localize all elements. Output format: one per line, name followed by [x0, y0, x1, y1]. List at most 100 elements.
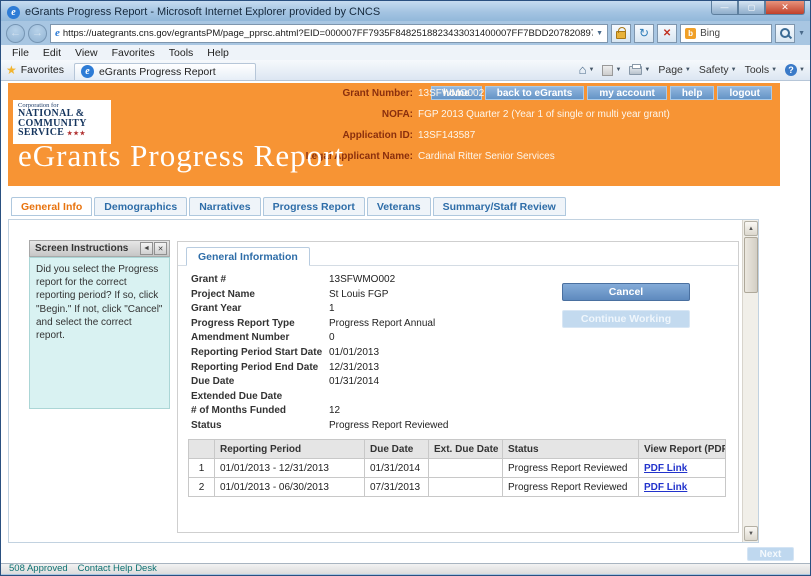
general-information-tab[interactable]: General Information	[186, 247, 310, 266]
help-menu-button[interactable]: ? ▼	[785, 64, 805, 76]
reporting-period-cell: 01/01/2013 - 12/31/2013	[215, 459, 365, 478]
tab-demographics[interactable]: Demographics	[94, 197, 187, 216]
field-label: Grant Year	[191, 303, 329, 318]
search-input[interactable]: b Bing	[680, 24, 772, 43]
view-report-cell: PDF Link	[639, 459, 726, 478]
tools-menu-label: Tools	[745, 64, 770, 76]
due-date-cell: 01/31/2014	[365, 459, 429, 478]
field-row-due-date: Due Date 01/31/2014	[191, 376, 449, 391]
tab-progress-report[interactable]: Progress Report	[263, 197, 365, 216]
field-label: Due Date	[191, 376, 329, 391]
menu-item-file[interactable]: File	[5, 47, 36, 59]
tab-general-info[interactable]: General Info	[11, 197, 92, 216]
safety-menu-button[interactable]: Safety ▼	[699, 64, 737, 76]
field-row-period-end: Reporting Period End Date 12/31/2013	[191, 362, 449, 377]
menu-item-tools[interactable]: Tools	[162, 47, 201, 59]
ext-due-date-cell	[429, 478, 503, 497]
menu-item-favorites[interactable]: Favorites	[105, 47, 162, 59]
screen-instructions-text: Did you select the Progress report for t…	[29, 257, 170, 409]
field-value: 13SFWMO002	[329, 274, 395, 289]
field-label: Extended Due Date	[191, 391, 329, 406]
link-508-approved[interactable]: 508 Approved	[9, 564, 68, 574]
cancel-button[interactable]: Cancel	[562, 283, 690, 301]
menu-bar: File Edit View Favorites Tools Help	[1, 45, 810, 60]
feed-icon	[602, 65, 613, 76]
url-field[interactable]: e https://uategrants.cns.gov/egrantsPM/p…	[50, 24, 608, 43]
back-button[interactable]: ←	[6, 24, 25, 43]
close-button[interactable]: ✕	[765, 1, 805, 15]
scroll-thumb[interactable]	[744, 237, 758, 293]
logo-stars-icon: ★★★	[67, 131, 86, 137]
forward-button[interactable]: →	[28, 24, 47, 43]
collapse-instructions-button[interactable]: ◄	[140, 242, 153, 255]
scroll-up-button[interactable]: ▲	[744, 221, 758, 236]
field-label: Status	[191, 420, 329, 435]
tab-summary-staff-review[interactable]: Summary/Staff Review	[433, 197, 566, 216]
tab-veterans[interactable]: Veterans	[367, 197, 431, 216]
chevron-down-icon: ▼	[615, 67, 621, 73]
next-button[interactable]: Next	[747, 547, 794, 561]
page-menu-label: Page	[658, 64, 683, 76]
field-row-extended-due-date: Extended Due Date	[191, 391, 449, 406]
field-value: 0	[329, 332, 335, 347]
chevron-down-icon: ▼	[771, 67, 777, 73]
tools-menu-button[interactable]: Tools ▼	[745, 64, 777, 76]
search-dropdown-icon[interactable]: ▼	[798, 30, 805, 37]
feed-button[interactable]: ▼	[602, 65, 621, 76]
chevron-down-icon: ▼	[685, 67, 691, 73]
menu-item-help[interactable]: Help	[200, 47, 236, 59]
egrants-banner: home back to eGrants my account help log…	[8, 83, 780, 186]
pdf-link[interactable]: PDF Link	[644, 463, 687, 474]
column-header-ext-due-date: Ext. Due Date	[429, 440, 503, 459]
page-menu-button[interactable]: Page ▼	[658, 64, 690, 76]
ext-due-date-cell	[429, 459, 503, 478]
printer-icon	[629, 66, 642, 75]
field-row-grant-number: Grant # 13SFWMO002	[191, 274, 449, 289]
security-lock-button[interactable]	[611, 24, 631, 43]
continue-working-button[interactable]: Continue Working	[562, 310, 690, 328]
nav-button-help[interactable]: help	[670, 86, 715, 100]
lock-icon	[616, 31, 626, 39]
field-row-period-start: Reporting Period Start Date 01/01/2013	[191, 347, 449, 362]
pdf-link[interactable]: PDF Link	[644, 482, 687, 493]
home-button[interactable]: ⌂ ▼	[579, 65, 595, 75]
close-instructions-button[interactable]: ✕	[154, 242, 167, 255]
command-bar: ⌂ ▼ ▼ ▼ Page ▼ Safety ▼ Tools ▼	[579, 64, 805, 76]
browser-tab-label: eGrants Progress Report	[99, 66, 216, 78]
scroll-down-button[interactable]: ▼	[744, 526, 758, 541]
column-header-view-report: View Report (PDF)	[639, 440, 726, 459]
address-dropdown-icon[interactable]: ▼	[596, 30, 603, 37]
refresh-button[interactable]: ↻	[634, 24, 654, 43]
favorites-star-icon[interactable]: ★	[6, 63, 17, 77]
field-label: Amendment Number	[191, 332, 329, 347]
field-value: St Louis FGP	[329, 289, 388, 304]
stop-button[interactable]: ✕	[657, 24, 677, 43]
safety-menu-label: Safety	[699, 64, 729, 76]
home-icon: ⌂	[579, 65, 587, 75]
scrollbar[interactable]: ▲ ▼	[742, 220, 758, 542]
search-button[interactable]	[775, 24, 795, 43]
window-title: eGrants Progress Report - Microsoft Inte…	[25, 6, 380, 18]
field-value: 12	[329, 405, 340, 420]
print-button[interactable]: ▼	[629, 66, 650, 75]
field-label: Reporting Period Start Date	[191, 347, 329, 362]
tab-narratives[interactable]: Narratives	[189, 197, 260, 216]
content-frame: Screen Instructions ◄ ✕ Did you select t…	[8, 219, 759, 543]
maximize-button[interactable]: ▢	[738, 1, 765, 15]
page-viewport: home back to eGrants my account help log…	[1, 81, 810, 563]
nofa-label: NOFA:	[178, 108, 413, 121]
nav-button-logout[interactable]: logout	[717, 86, 772, 100]
minimize-button[interactable]: —	[711, 1, 738, 15]
chevron-down-icon: ▼	[644, 67, 650, 73]
address-bar: ← → e https://uategrants.cns.gov/egrants…	[1, 21, 810, 45]
favorites-label[interactable]: Favorites	[21, 64, 64, 76]
menu-item-edit[interactable]: Edit	[36, 47, 68, 59]
title-bar[interactable]: e eGrants Progress Report - Microsoft In…	[1, 1, 810, 21]
link-contact-help-desk[interactable]: Contact Help Desk	[78, 564, 157, 574]
browser-tab[interactable]: e eGrants Progress Report	[74, 63, 256, 81]
favorites-bar: ★ Favorites e eGrants Progress Report ⌂ …	[1, 60, 810, 81]
view-report-cell: PDF Link	[639, 478, 726, 497]
field-value: Progress Report Annual	[329, 318, 435, 333]
menu-item-view[interactable]: View	[68, 47, 105, 59]
field-row-grant-year: Grant Year 1	[191, 303, 449, 318]
